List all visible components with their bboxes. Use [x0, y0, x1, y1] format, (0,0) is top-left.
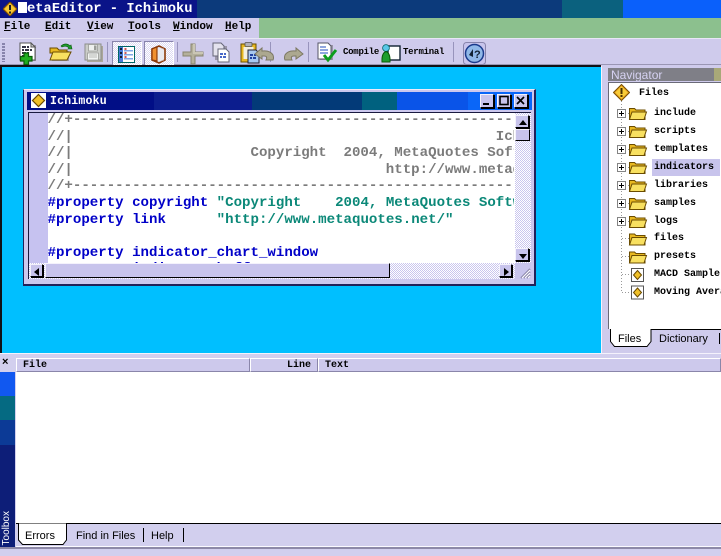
svg-text:Find in Files: Find in Files [76, 530, 136, 542]
svg-text:?: ? [474, 49, 481, 61]
svg-text:Errors: Errors [25, 530, 55, 542]
svg-text:Help: Help [151, 530, 174, 542]
svg-text:Dictionary: Dictionary [659, 333, 708, 345]
svg-text:Files: Files [618, 333, 642, 345]
